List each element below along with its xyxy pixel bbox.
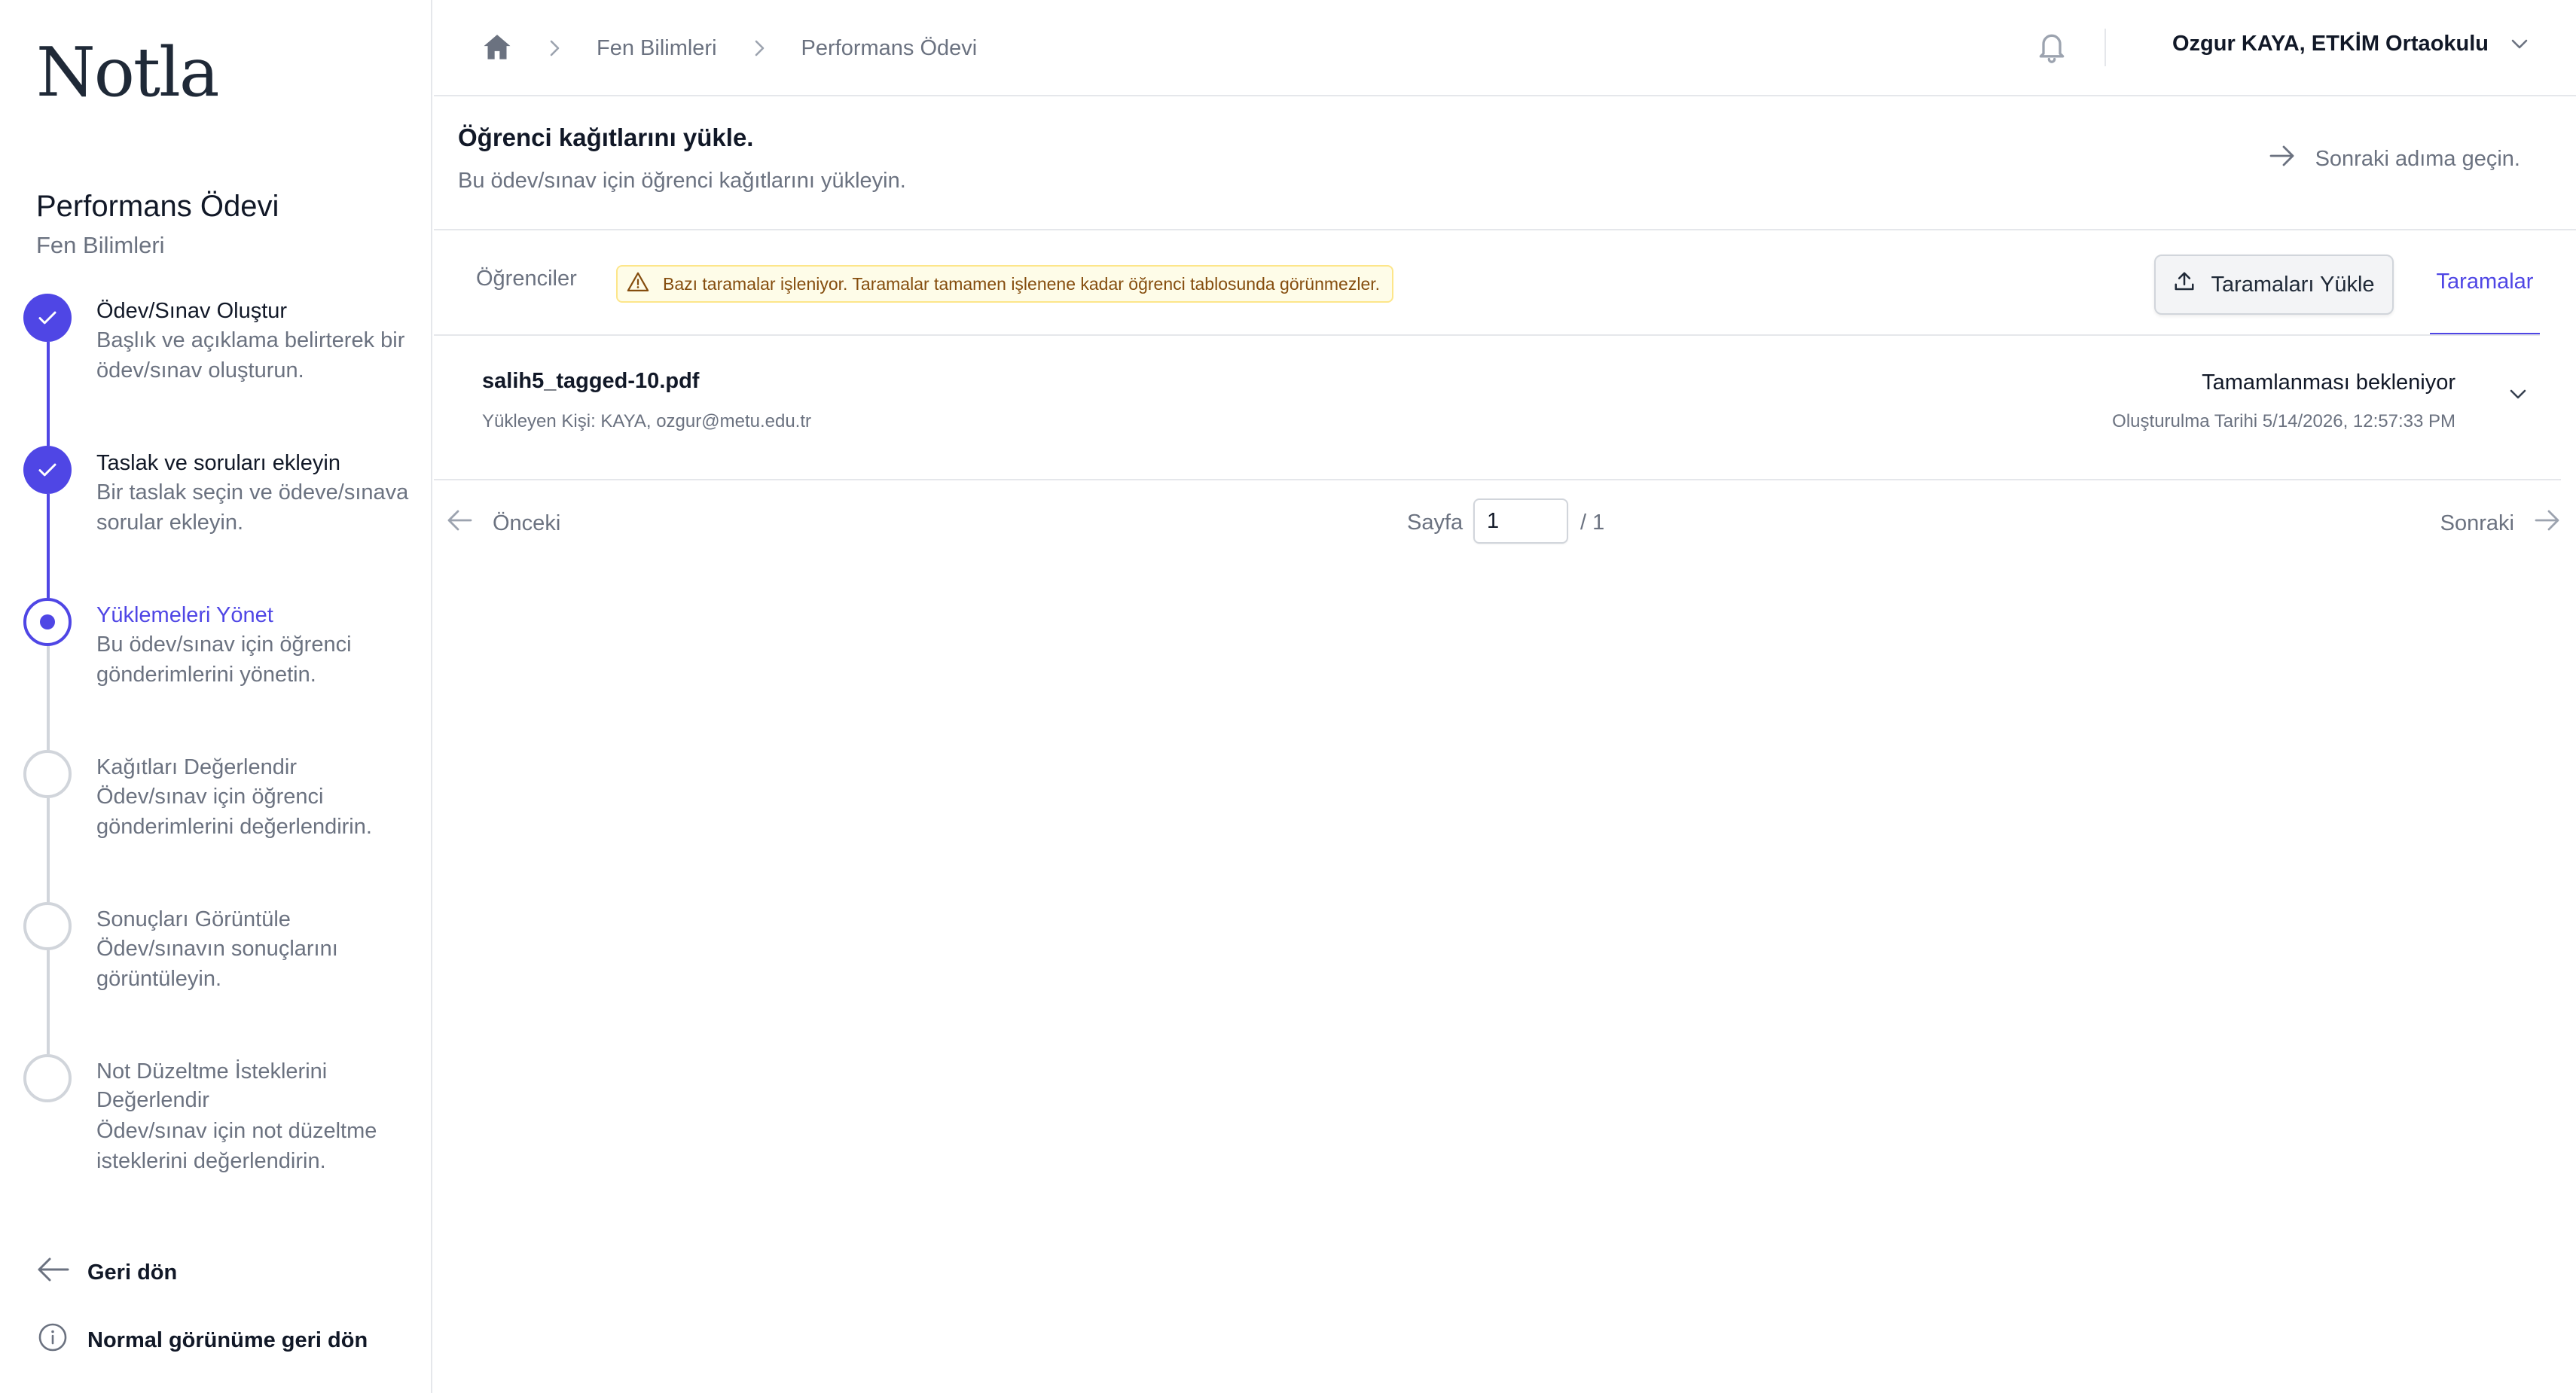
scan-file-name: salih5_tagged-10.pdf <box>482 369 700 393</box>
info-icon <box>36 1322 69 1358</box>
pending-step-icon <box>23 750 72 798</box>
step-title: Ödev/Sınav Oluştur <box>96 299 288 323</box>
page-description: Bu ödev/sınav için öğrenci kağıtlarını y… <box>458 169 906 193</box>
chevron-down-icon <box>2510 32 2529 56</box>
normal-view-link[interactable]: Normal görünüme geri dön <box>36 1322 413 1358</box>
chevron-right-icon <box>547 38 562 58</box>
app-root: Notla Performans Ödevi Fen Bilimleri Öde… <box>0 0 2576 1393</box>
step-description: Başlık ve açıklama belirterek bir ödev/s… <box>96 328 405 383</box>
arrow-right-icon <box>2269 145 2296 173</box>
header-divider <box>2104 29 2106 66</box>
step-title: Not Düzeltme İsteklerini Değerlendir <box>96 1059 328 1112</box>
normal-view-label: Normal görünüme geri dön <box>87 1327 368 1352</box>
step-connector <box>47 342 50 446</box>
page-title: Öğrenci kağıtlarını yükle. <box>458 123 754 151</box>
step-title: Yüklemeleri Yönet <box>96 603 273 627</box>
user-label: Ozgur KAYA, ETKİM Ortaokulu <box>2172 32 2489 56</box>
upload-scans-button[interactable]: Taramaları Yükle <box>2154 255 2394 315</box>
upload-icon <box>2173 270 2196 299</box>
top-bar: Fen Bilimleri Performans Ödevi Ozgur KAY… <box>434 0 2576 96</box>
bell-icon[interactable] <box>2035 29 2068 69</box>
tab-students[interactable]: Öğrenciler <box>476 267 577 291</box>
warning-text: Bazı taramalar işleniyor. Taramalar tama… <box>663 273 1381 294</box>
chevron-right-icon <box>752 38 767 58</box>
page-label: Sayfa <box>1407 511 1463 535</box>
arrow-left-icon <box>446 509 473 538</box>
step-title: Kağıtları Değerlendir <box>96 755 297 779</box>
app-logo[interactable]: Notla <box>36 33 220 112</box>
scan-status: Tamamlanması bekleniyor <box>2202 370 2455 395</box>
tabs-bar: Öğrenciler Bazı taramalar işleniyor. Tar… <box>434 230 2576 336</box>
previous-page-button[interactable]: Önceki <box>446 509 560 538</box>
page-total: / 1 <box>1580 511 1605 535</box>
next-step-label: Sonraki adıma geçin. <box>2315 146 2520 171</box>
arrow-right-icon <box>2534 509 2561 538</box>
breadcrumb-subject[interactable]: Fen Bilimleri <box>597 36 717 61</box>
user-menu[interactable]: Ozgur KAYA, ETKİM Ortaokulu <box>2172 32 2529 56</box>
step-connector <box>47 798 50 902</box>
project-title: Performans Ödevi <box>36 190 279 223</box>
warning-triangle-icon <box>627 271 649 297</box>
step-description: Bir taslak seçin ve ödeve/sınava sorular… <box>96 480 409 535</box>
arrow-left-icon <box>36 1256 69 1289</box>
pending-step-icon <box>23 902 72 950</box>
back-link[interactable]: Geri dön <box>36 1256 413 1289</box>
scan-uploader: Yükleyen Kişi: KAYA, ozgur@metu.edu.tr <box>482 411 812 431</box>
step-description: Ödev/sınav için not düzeltme isteklerini… <box>96 1119 377 1173</box>
step-title: Sonuçları Görüntüle <box>96 907 291 931</box>
step-description: Ödev/sınav için öğrenci gönderimlerini d… <box>96 785 372 839</box>
breadcrumb-assignment[interactable]: Performans Ödevi <box>801 36 978 61</box>
home-icon[interactable] <box>482 32 512 65</box>
tab-scans[interactable]: Taramalar <box>2430 230 2540 336</box>
pending-step-icon <box>23 1054 72 1102</box>
step-description: Bu ödev/sınav için öğrenci gönderimlerin… <box>96 632 352 687</box>
breadcrumb: Fen Bilimleri Performans Ödevi <box>482 0 977 96</box>
processing-warning-badge: Bazı taramalar işleniyor. Taramalar tama… <box>616 265 1394 303</box>
upload-button-label: Taramaları Yükle <box>2211 272 2375 297</box>
next-step-link[interactable]: Sonraki adıma geçin. <box>2269 145 2520 173</box>
step-connector <box>47 646 50 750</box>
project-subject: Fen Bilimleri <box>36 232 165 258</box>
back-label: Geri dön <box>87 1260 178 1285</box>
check-icon <box>23 446 72 494</box>
next-page-button[interactable]: Sonraki <box>2440 509 2561 538</box>
check-icon <box>23 294 72 342</box>
current-step-icon <box>23 598 72 646</box>
step-title: Taslak ve soruları ekleyin <box>96 451 340 475</box>
step-connector <box>47 950 50 1054</box>
scan-list-item[interactable]: salih5_tagged-10.pdf Yükleyen Kişi: KAYA… <box>434 336 2561 480</box>
section-header: Öğrenci kağıtlarını yükle. Bu ödev/sınav… <box>434 98 2576 230</box>
pagination: Önceki Sayfa / 1 Sonraki <box>434 480 2561 565</box>
page-number-input[interactable] <box>1473 498 1568 544</box>
step-connector <box>47 494 50 598</box>
next-label: Sonraki <box>2440 511 2514 535</box>
previous-label: Önceki <box>493 511 561 535</box>
step-description: Ödev/sınavın sonuçlarını görüntüleyin. <box>96 937 338 991</box>
chevron-down-icon[interactable] <box>2508 387 2528 404</box>
scan-created-date: Oluşturulma Tarihi 5/14/2026, 12:57:33 P… <box>2112 411 2455 431</box>
sidebar: Notla Performans Ödevi Fen Bilimleri Öde… <box>0 0 432 1393</box>
